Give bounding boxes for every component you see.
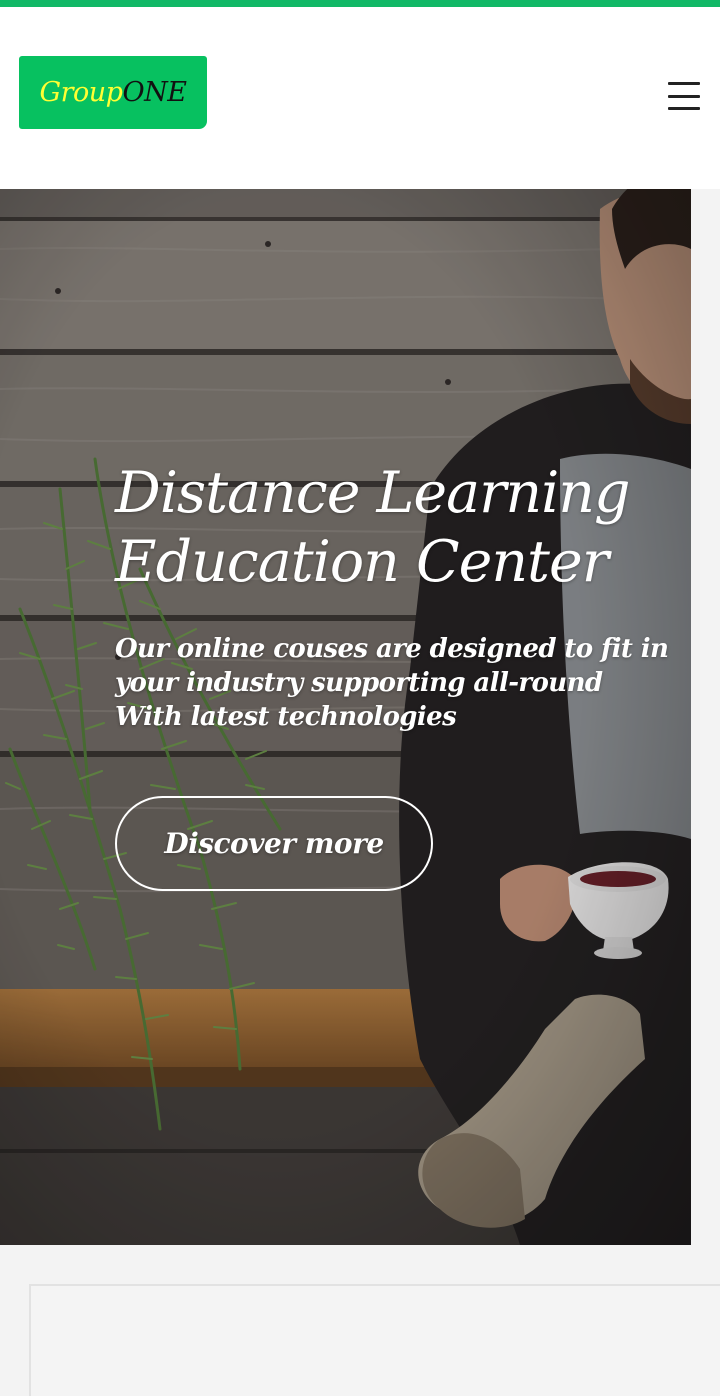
hero-subtitle: Our online couses are designed to fit in… <box>115 632 685 734</box>
discover-more-button[interactable]: Discover more <box>115 796 433 891</box>
hero-subtitle-line-2: your industry supporting all-round <box>115 668 603 698</box>
menu-bar-top <box>668 82 700 85</box>
hero-title: Distance Learning Education Center <box>115 459 675 597</box>
right-gutter <box>691 189 720 1245</box>
hamburger-menu-icon[interactable] <box>668 79 702 113</box>
page: Group ONE Distance Learning Education Ce… <box>0 0 720 1396</box>
hero-subtitle-line-3: With latest technologies <box>115 702 457 732</box>
logo-text-group: Group <box>39 77 123 108</box>
hero-subtitle-line-1: Our online couses are designed to fit in <box>115 634 669 664</box>
lower-section <box>0 1245 720 1396</box>
hero-banner: Distance Learning Education Center Our o… <box>0 189 691 1245</box>
hero-title-line-1: Distance Learning <box>115 460 631 526</box>
site-header: Group ONE <box>0 7 720 189</box>
logo[interactable]: Group ONE <box>19 56 207 129</box>
menu-bar-middle <box>668 94 700 98</box>
menu-bar-bottom <box>668 107 700 110</box>
logo-text-one: ONE <box>122 77 187 108</box>
content-card <box>29 1284 720 1396</box>
top-accent-strip <box>0 0 720 7</box>
hero-title-line-2: Education Center <box>115 529 609 595</box>
